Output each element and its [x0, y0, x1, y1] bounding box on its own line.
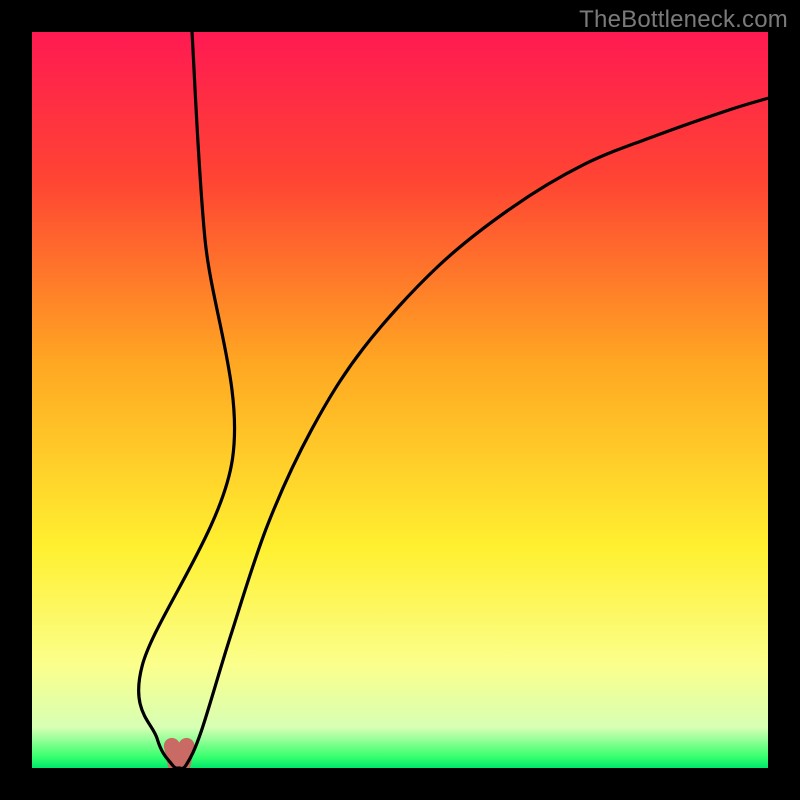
bottleneck-chart [32, 32, 768, 768]
chart-stage: TheBottleneck.com [0, 0, 800, 800]
gradient-background [32, 32, 768, 768]
watermark-label: TheBottleneck.com [579, 6, 788, 34]
